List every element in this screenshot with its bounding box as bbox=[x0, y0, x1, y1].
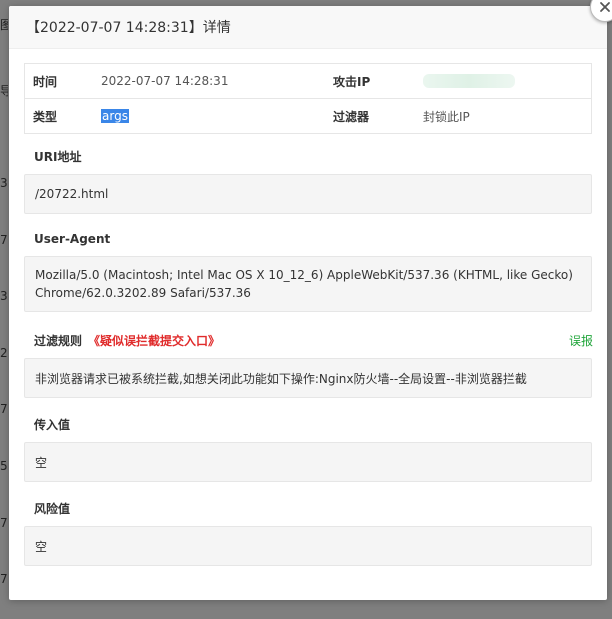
selected-type-text[interactable]: args bbox=[101, 109, 129, 123]
user-agent-value: Mozilla/5.0 (Macintosh; Intel Mac OS X 1… bbox=[35, 268, 573, 300]
background-text-fragment: 5: bbox=[0, 459, 8, 473]
background-text-fragment: 2: bbox=[0, 346, 8, 360]
user-agent-section-title: User-Agent bbox=[34, 232, 593, 246]
table-row: 时间 2022-07-07 14:28:31 攻击IP bbox=[24, 63, 592, 99]
uri-label: URI地址 bbox=[34, 150, 82, 164]
risk-value-section-title: 风险值 bbox=[34, 502, 593, 516]
filter-rule-value: 非浏览器请求已被系统拦截,如想关闭此功能如下操作:Nginx防火墙--全局设置-… bbox=[35, 371, 527, 386]
close-icon bbox=[600, 2, 610, 12]
filter-rule-label-group: 过滤规则 《疑似误拦截提交入口》 bbox=[34, 334, 220, 348]
input-value: 空 bbox=[35, 455, 48, 470]
filter-rule-label: 过滤规则 bbox=[34, 334, 83, 348]
dialog-title: 【2022-07-07 14:28:31】详情 bbox=[26, 20, 231, 36]
detail-dialog: 【2022-07-07 14:28:31】详情 时间 2022-07-07 14… bbox=[9, 6, 607, 600]
attack-ip-value bbox=[415, 63, 592, 99]
type-label: 类型 bbox=[33, 109, 58, 124]
input-value-box: 空 bbox=[24, 442, 592, 482]
dialog-content: 时间 2022-07-07 14:28:31 攻击IP 类型 args 过滤器 … bbox=[9, 49, 607, 566]
background-text-fragment: 图 bbox=[0, 18, 8, 32]
uri-section-title: URI地址 bbox=[34, 150, 593, 164]
filter-label: 过滤器 bbox=[333, 109, 370, 124]
redacted-ip-mask bbox=[423, 74, 515, 89]
report-false-positive-link[interactable]: 误报 bbox=[569, 334, 593, 348]
background-text-fragment: 3: bbox=[0, 289, 8, 303]
background-text-fragment: 导 bbox=[0, 84, 8, 98]
dialog-header: 【2022-07-07 14:28:31】详情 bbox=[9, 6, 607, 49]
table-row: 类型 args 过滤器 封锁此IP bbox=[25, 99, 592, 134]
risk-value: 空 bbox=[35, 539, 48, 554]
time-label: 时间 bbox=[24, 63, 93, 99]
risk-value-box: 空 bbox=[24, 526, 592, 566]
user-agent-value-box: Mozilla/5.0 (Macintosh; Intel Mac OS X 1… bbox=[24, 256, 592, 312]
user-agent-label: User-Agent bbox=[34, 232, 111, 246]
filter-value: 封锁此IP bbox=[423, 109, 470, 124]
input-value-label: 传入值 bbox=[34, 418, 71, 432]
background-text-fragment: 7: bbox=[0, 516, 8, 530]
type-value[interactable]: args bbox=[93, 99, 325, 134]
filter-rule-value-box: 非浏览器请求已被系统拦截,如想关闭此功能如下操作:Nginx防火墙--全局设置-… bbox=[24, 358, 592, 398]
time-value: 2022-07-07 14:28:31 bbox=[93, 63, 325, 99]
false-positive-submit-link[interactable]: 《疑似误拦截提交入口》 bbox=[88, 334, 220, 348]
input-value-section-title: 传入值 bbox=[34, 418, 593, 432]
uri-value-box: /20722.html bbox=[24, 174, 592, 214]
background-text-fragment: 7: bbox=[0, 233, 8, 247]
background-text-fragment: 7: bbox=[0, 572, 8, 586]
background-text-fragment: 3: bbox=[0, 176, 8, 190]
info-table: 时间 2022-07-07 14:28:31 攻击IP 类型 args 过滤器 … bbox=[24, 63, 592, 134]
background-text-fragment: 7: bbox=[0, 402, 8, 416]
risk-value-label: 风险值 bbox=[34, 502, 71, 516]
filter-rule-section-title: 过滤规则 《疑似误拦截提交入口》 误报 bbox=[34, 334, 593, 348]
uri-value: /20722.html bbox=[35, 187, 109, 201]
attack-ip-label: 攻击IP bbox=[325, 63, 415, 99]
